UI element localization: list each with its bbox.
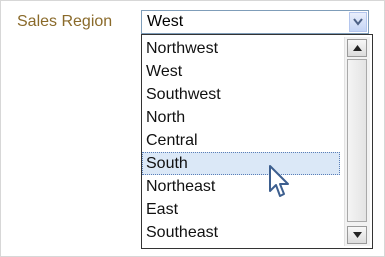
option-southwest[interactable]: Southwest bbox=[142, 83, 340, 106]
options-list: Northwest West Southwest North Central S… bbox=[142, 37, 340, 244]
mouse-pointer-icon bbox=[269, 165, 289, 197]
option-south[interactable]: South bbox=[142, 152, 340, 175]
chevron-down-icon bbox=[353, 18, 363, 26]
scroll-up-button[interactable] bbox=[347, 39, 367, 57]
scroll-down-button[interactable] bbox=[347, 226, 367, 244]
dropdown-toggle-button[interactable] bbox=[349, 12, 367, 32]
sales-region-dropdown-list[interactable]: Northwest West Southwest North Central S… bbox=[141, 34, 373, 249]
scrollbar-thumb[interactable] bbox=[347, 59, 367, 222]
sales-region-select[interactable]: West bbox=[141, 10, 369, 34]
option-southeast[interactable]: Southeast bbox=[142, 221, 340, 244]
scroll-up-icon bbox=[353, 45, 362, 51]
option-northeast[interactable]: Northeast bbox=[142, 175, 340, 198]
option-east[interactable]: East bbox=[142, 198, 340, 221]
option-northwest[interactable]: Northwest bbox=[142, 37, 340, 60]
sales-region-label: Sales Region bbox=[17, 13, 113, 30]
option-west[interactable]: West bbox=[142, 60, 340, 83]
scroll-down-icon bbox=[353, 232, 362, 238]
option-central[interactable]: Central bbox=[142, 129, 340, 152]
vertical-scrollbar[interactable] bbox=[344, 37, 370, 246]
option-north[interactable]: North bbox=[142, 106, 340, 129]
select-current-value: West bbox=[147, 13, 184, 30]
